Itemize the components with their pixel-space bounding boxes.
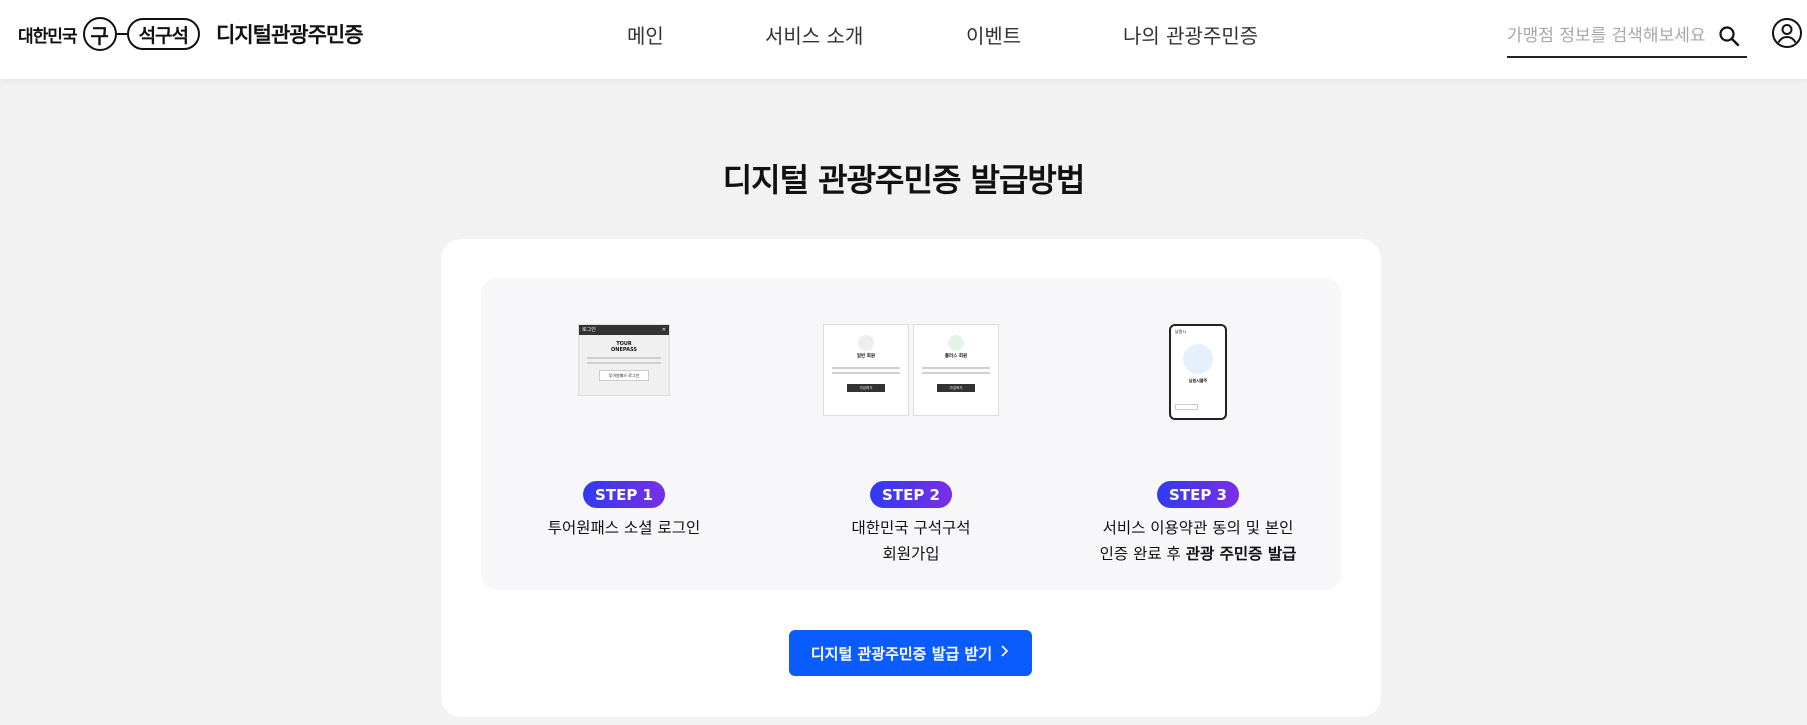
logo-pill-text: 석구석 (126, 18, 201, 50)
logo-country-text: 대한민국 (18, 26, 78, 47)
step-1: 로그인 ✕ TOUR ONEPASS 투어원패스 로그인 STEP 1 투어원패스… (481, 278, 767, 590)
thumb-resident-name: 남원시뜰주 (1188, 378, 1208, 383)
step-2-desc-line-1: 대한민국 구석구석 (851, 519, 971, 537)
thumb-text-line (922, 367, 990, 369)
site-header: 대한민국 구 석구석 디지털관광주민증 메인 서비스 소개 이벤트 나의 관광주… (0, 0, 1807, 79)
brand-bottom-text: ONEPASS (611, 347, 637, 353)
close-icon: ✕ (661, 327, 666, 333)
thumb-phone-primary-button (1201, 404, 1222, 410)
thumb-phone-buttons (1171, 404, 1225, 410)
issue-guide-card: 로그인 ✕ TOUR ONEPASS 투어원패스 로그인 STEP 1 투어원패스… (441, 239, 1381, 717)
step-2-badge: STEP 2 (870, 481, 952, 508)
chevron-right-icon (1000, 644, 1010, 662)
thumb-plus-member-card: 플러스 회원 가입하기 (913, 324, 999, 416)
step-3-desc-line-1: 서비스 이용약관 동의 및 본인 (1102, 519, 1294, 537)
steps-container: 로그인 ✕ TOUR ONEPASS 투어원패스 로그인 STEP 1 투어원패스… (481, 278, 1341, 590)
step-2-description: 대한민국 구석구석 회원가입 (768, 515, 1054, 567)
step-2-signup-screenshot: 일반 회원 가입하기 플러스 회원 가입하기 (823, 324, 999, 416)
step-3-desc-bold: 관광 주민증 발급 (1185, 545, 1297, 563)
user-icon[interactable] (1771, 17, 1803, 49)
step-3-desc-line-2-text: 인증 완료 후 (1099, 545, 1186, 563)
search-input[interactable] (1507, 22, 1707, 50)
thumb-login-bar-text: 로그인 (582, 327, 596, 333)
thumb-login-button: 투어원패스 로그인 (599, 370, 649, 381)
issue-button-label: 디지털 관광주민증 발급 받기 (810, 644, 993, 663)
thumb-text-line (587, 357, 661, 359)
user-icon (858, 335, 874, 351)
thumb-text-line (922, 372, 990, 374)
tour-onepass-logo: TOUR ONEPASS (579, 341, 669, 353)
step-3-badge: STEP 3 (1157, 481, 1239, 508)
step-1-badge: STEP 1 (583, 481, 665, 508)
step-3-desc-line-2: 인증 완료 후 관광 주민증 발급 (1055, 541, 1341, 567)
logo-connector (116, 32, 127, 36)
step-1-description: 투어원패스 소셜 로그인 (481, 515, 767, 541)
step-3-description: 서비스 이용약관 동의 및 본인 인증 완료 후 관광 주민증 발급 (1055, 515, 1341, 567)
thumb-phone-top-text: 남원시 (1175, 329, 1187, 334)
step-3: 남원시 남원시뜰주 STEP 3 서비스 이용약관 동의 및 본인 인증 완료 … (1055, 278, 1341, 590)
search-icon[interactable] (1717, 24, 1741, 48)
nav-item-events[interactable]: 이벤트 (966, 20, 1021, 49)
thumb-general-member-card: 일반 회원 가입하기 (823, 324, 909, 416)
step-3-phone-screenshot: 남원시 남원시뜰주 (1169, 324, 1227, 420)
thumb-card1-title: 일반 회원 (856, 354, 876, 359)
page-title: 디지털 관광주민증 발급방법 (722, 161, 1086, 199)
site-logo[interactable]: 대한민국 구 석구석 디지털관광주민증 (18, 16, 364, 52)
thumb-text-line (832, 367, 900, 369)
step-1-desc-line: 투어원패스 소셜 로그인 (547, 519, 701, 537)
nav-item-main[interactable]: 메인 (627, 20, 664, 49)
issue-digital-card-button[interactable]: 디지털 관광주민증 발급 받기 (789, 630, 1032, 676)
step-2-desc-line-2: 회원가입 (882, 545, 940, 563)
thumb-text-line (832, 372, 900, 374)
logo-gu-circle: 구 (82, 17, 117, 51)
nav-item-my-card[interactable]: 나의 관광주민증 (1123, 20, 1258, 49)
thumb-phone-secondary-button (1175, 404, 1198, 410)
thumb-text-line (587, 362, 661, 364)
thumb-signup-button: 가입하기 (847, 384, 885, 392)
thumb-signup-button: 가입하기 (937, 384, 975, 392)
logo-service-name: 디지털관광주민증 (216, 23, 364, 47)
mascot-image (1183, 344, 1213, 374)
search-box (1507, 16, 1747, 58)
plus-member-icon (948, 335, 964, 351)
step-1-login-screenshot: 로그인 ✕ TOUR ONEPASS 투어원패스 로그인 (578, 324, 670, 396)
thumb-card2-title: 플러스 회원 (944, 354, 968, 359)
step-2: 일반 회원 가입하기 플러스 회원 가입하기 STEP 2 대한민국 구석구석 … (768, 278, 1054, 590)
nav-item-service-intro[interactable]: 서비스 소개 (765, 20, 863, 49)
